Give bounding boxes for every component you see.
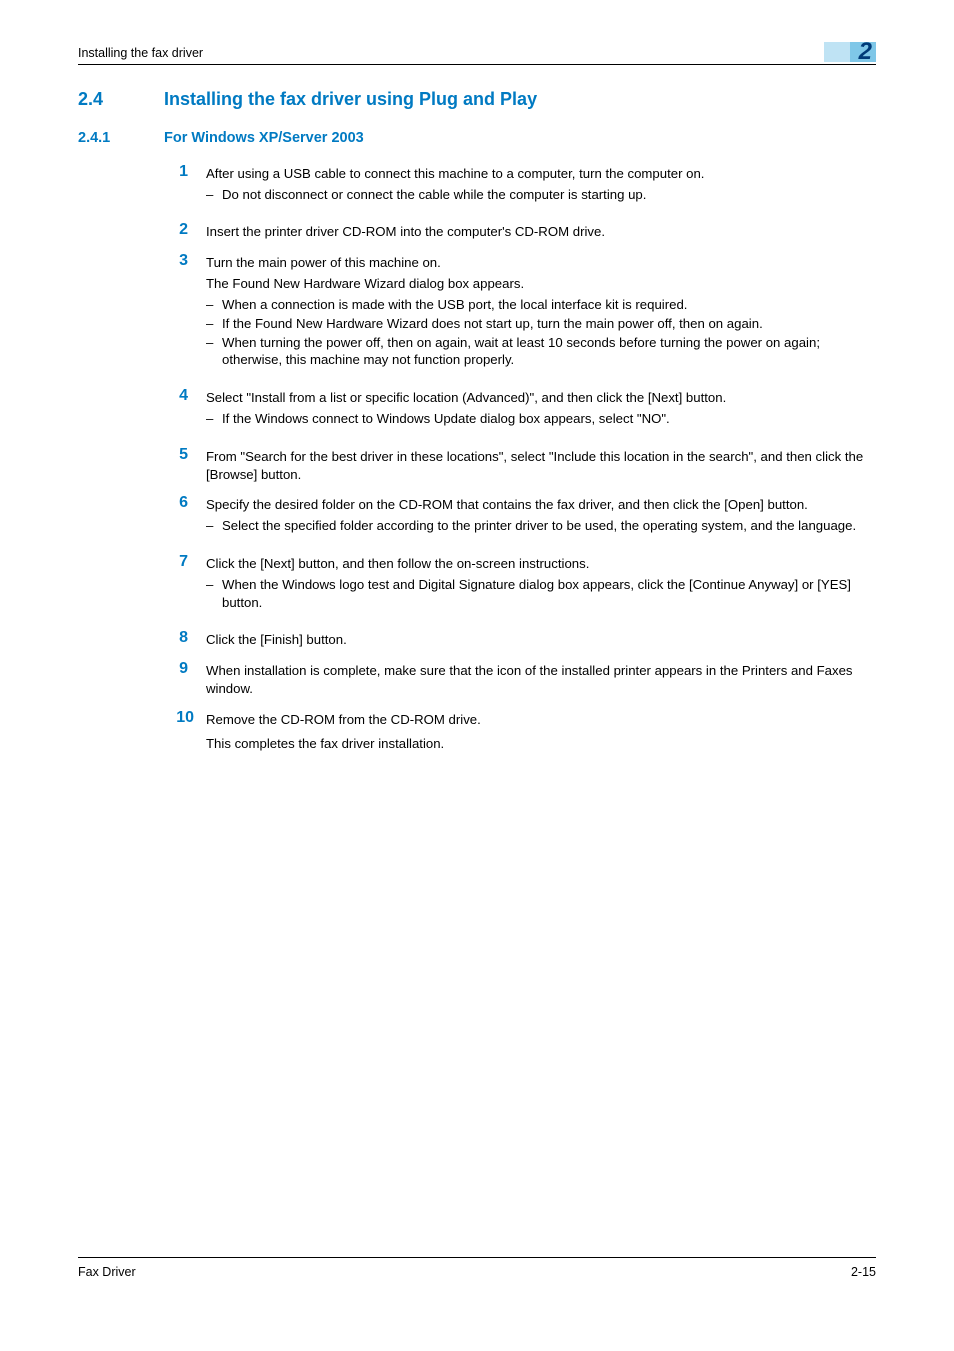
step-sublist: –When the Windows logo test and Digital …: [206, 576, 876, 612]
step-number: 8: [164, 629, 206, 652]
subsection-heading: 2.4.1 For Windows XP/Server 2003: [78, 129, 876, 149]
step-text: Click the [Finish] button.: [206, 631, 876, 649]
step-row: 9 When installation is complete, make su…: [78, 660, 876, 701]
step-text: After using a USB cable to connect this …: [206, 165, 876, 183]
step-row: 10 Remove the CD-ROM from the CD-ROM dri…: [78, 709, 876, 756]
step-body: After using a USB cable to connect this …: [206, 163, 876, 214]
step-sublist: –When a connection is made with the USB …: [206, 296, 876, 369]
page-footer: Fax Driver 2-15: [78, 1257, 876, 1281]
step-number: 2: [164, 221, 206, 244]
dash-icon: –: [206, 576, 222, 612]
step-5: 5 From "Search for the best driver in th…: [78, 446, 876, 487]
step-row: 2 Insert the printer driver CD-ROM into …: [78, 221, 876, 244]
footer-right: 2-15: [851, 1264, 876, 1281]
step-row: 1 After using a USB cable to connect thi…: [78, 163, 876, 214]
sub-item: –Do not disconnect or connect the cable …: [206, 186, 876, 204]
chapter-number: 2: [859, 40, 876, 64]
step-number: 4: [164, 387, 206, 438]
step-4: 4 Select "Install from a list or specifi…: [78, 387, 876, 438]
step-7: 7 Click the [Next] button, and then foll…: [78, 553, 876, 621]
step-body: Remove the CD-ROM from the CD-ROM drive.…: [206, 709, 876, 756]
step-body: From "Search for the best driver in thes…: [206, 446, 876, 487]
sub-item: –Select the specified folder according t…: [206, 517, 876, 535]
step-number: 7: [164, 553, 206, 621]
step-text: Remove the CD-ROM from the CD-ROM drive.: [206, 711, 876, 729]
sub-text: Select the specified folder according to…: [222, 517, 876, 535]
step-text: When installation is complete, make sure…: [206, 662, 876, 698]
step-text: From "Search for the best driver in thes…: [206, 448, 876, 484]
page-header: Installing the fax driver 2: [78, 42, 876, 65]
section-title: Installing the fax driver using Plug and…: [164, 87, 537, 111]
page-content: Installing the fax driver 2 2.4 Installi…: [0, 0, 954, 756]
sub-item: –When the Windows logo test and Digital …: [206, 576, 876, 612]
step-body: Insert the printer driver CD-ROM into th…: [206, 221, 876, 244]
step-body: Click the [Finish] button.: [206, 629, 876, 652]
chapter-badge: 2: [824, 42, 876, 62]
step-row: 5 From "Search for the best driver in th…: [78, 446, 876, 487]
step-number: 6: [164, 494, 206, 545]
step-3: 3 Turn the main power of this machine on…: [78, 252, 876, 379]
step-number: 5: [164, 446, 206, 487]
running-title: Installing the fax driver: [78, 45, 203, 62]
dash-icon: –: [206, 296, 222, 314]
section-heading: 2.4 Installing the fax driver using Plug…: [78, 87, 876, 111]
step-row: 8 Click the [Finish] button.: [78, 629, 876, 652]
step-8: 8 Click the [Finish] button.: [78, 629, 876, 652]
sub-item: –When turning the power off, then on aga…: [206, 334, 876, 370]
step-text: Turn the main power of this machine on.: [206, 254, 876, 272]
sub-text: If the Windows connect to Windows Update…: [222, 410, 876, 428]
sub-item: –If the Windows connect to Windows Updat…: [206, 410, 876, 428]
closing-text: This completes the fax driver installati…: [206, 735, 876, 753]
step-1: 1 After using a USB cable to connect thi…: [78, 163, 876, 214]
section-number: 2.4: [78, 87, 164, 111]
step-text: Select "Install from a list or specific …: [206, 389, 876, 407]
step-2: 2 Insert the printer driver CD-ROM into …: [78, 221, 876, 244]
step-text: Click the [Next] button, and then follow…: [206, 555, 876, 573]
dash-icon: –: [206, 186, 222, 204]
step-row: 4 Select "Install from a list or specifi…: [78, 387, 876, 438]
step-number: 9: [164, 660, 206, 701]
step-9: 9 When installation is complete, make su…: [78, 660, 876, 701]
step-body: Turn the main power of this machine on. …: [206, 252, 876, 379]
step-row: 6 Specify the desired folder on the CD-R…: [78, 494, 876, 545]
step-6: 6 Specify the desired folder on the CD-R…: [78, 494, 876, 545]
dash-icon: –: [206, 334, 222, 370]
subsection-title: For Windows XP/Server 2003: [164, 129, 364, 149]
dash-icon: –: [206, 315, 222, 333]
step-row: 3 Turn the main power of this machine on…: [78, 252, 876, 379]
sub-item: –If the Found New Hardware Wizard does n…: [206, 315, 876, 333]
step-sublist: –If the Windows connect to Windows Updat…: [206, 410, 876, 428]
footer-left: Fax Driver: [78, 1264, 136, 1281]
step-number: 3: [164, 252, 206, 379]
step-number: 10: [164, 709, 206, 756]
sub-text: When the Windows logo test and Digital S…: [222, 576, 876, 612]
sub-text: Do not disconnect or connect the cable w…: [222, 186, 876, 204]
step-number: 1: [164, 163, 206, 214]
step-text: Insert the printer driver CD-ROM into th…: [206, 223, 876, 241]
step-body: Specify the desired folder on the CD-ROM…: [206, 494, 876, 545]
step-sublist: –Select the specified folder according t…: [206, 517, 876, 535]
sub-text: When turning the power off, then on agai…: [222, 334, 876, 370]
dash-icon: –: [206, 410, 222, 428]
sub-item: –When a connection is made with the USB …: [206, 296, 876, 314]
step-body: Click the [Next] button, and then follow…: [206, 553, 876, 621]
step-body: Select "Install from a list or specific …: [206, 387, 876, 438]
step-text-2: The Found New Hardware Wizard dialog box…: [206, 275, 876, 293]
step-10: 10 Remove the CD-ROM from the CD-ROM dri…: [78, 709, 876, 756]
step-sublist: –Do not disconnect or connect the cable …: [206, 186, 876, 204]
step-body: When installation is complete, make sure…: [206, 660, 876, 701]
step-row: 7 Click the [Next] button, and then foll…: [78, 553, 876, 621]
sub-text: When a connection is made with the USB p…: [222, 296, 876, 314]
dash-icon: –: [206, 517, 222, 535]
sub-text: If the Found New Hardware Wizard does no…: [222, 315, 876, 333]
subsection-number: 2.4.1: [78, 129, 164, 149]
step-text: Specify the desired folder on the CD-ROM…: [206, 496, 876, 514]
